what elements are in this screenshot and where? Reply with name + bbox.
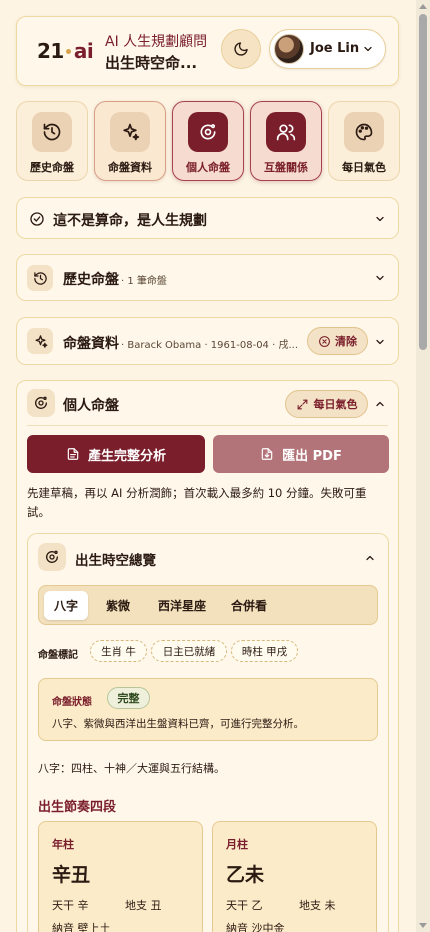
nav-tile-label: 每日氣色 [342,161,386,174]
clear-label: 清除 [335,335,357,348]
birth-overview-panel: 出生時空總覽 八字 紫微 西洋星座 合併看 命盤標記 生肖 牛 日主已就緒 時柱… [27,533,389,932]
chevron-up-icon[interactable] [374,398,386,410]
astro-chart-icon [27,389,55,417]
tab-western-zodiac[interactable]: 西洋星座 [147,591,217,620]
history-count: · 1 筆命盤 [121,276,167,287]
user-menu-button[interactable]: Joe Lin [269,29,386,69]
main-nav: 歷史命盤 命盤資料 個人命盤 互盤關係 每日氣色 [16,101,400,183]
pillar-card-month: 月柱 乙未 天干 乙 地支 未 納音 沙中金 [212,821,377,932]
nav-tile-label: 命盤資料 [108,161,152,174]
generate-analysis-label: 產生完整分析 [87,448,166,464]
nav-tile-label: 歷史命盤 [30,161,74,174]
pillar-label: 年柱 [52,838,74,851]
avatar [274,34,304,64]
moon-icon [234,42,248,56]
tab-combined[interactable]: 合併看 [223,591,275,620]
pillar-stem: 天干 辛 [52,899,89,912]
nav-tile-history[interactable]: 歷史命盤 [16,101,88,181]
app-page: 21 ai AI 人生規劃顧問 出生時空命... Joe Lin 歷史命盤 命盤資… [0,0,416,932]
history-title-text: 歷史命盤 [63,272,119,288]
pillar-value: 乙未 [226,864,265,886]
history-accordion[interactable]: 歷史命盤 · 1 筆命盤 [16,254,399,301]
brand-tagline: AI 人生規劃顧問 [105,34,208,50]
tag-hour-pillar: 時柱 甲戌 [231,640,298,662]
overview-title: 出生時空總覽 [75,553,156,569]
chart-status-box: 命盤狀態 完整 八字、紫微與西洋出生盤資料已齊，可進行完整分析。 [38,678,378,741]
status-description: 八字、紫微與西洋出生盤資料已齊，可進行完整分析。 [52,718,304,730]
clear-button[interactable]: 清除 [307,327,368,355]
chart-type-tabs: 八字 紫微 西洋星座 合併看 [38,585,378,625]
pillar-value: 辛丑 [52,864,91,886]
scrollbar-thumb[interactable] [419,14,427,350]
close-circle-icon [319,335,330,347]
pillar-label: 月柱 [226,838,248,851]
chevron-down-icon [376,216,384,222]
history-title: 歷史命盤 · 1 筆命盤 [63,269,167,289]
history-icon [27,265,53,291]
personal-chart-panel: 個人命盤 每日氣色 產生完整分析 匯出 PDF 先建草稿，再以 AI 分析潤飾；… [16,380,399,932]
sparkles-icon [27,328,53,354]
pillar-nayin: 納音 壁上土 [52,922,111,932]
tab-ziwei[interactable]: 紫微 [95,591,141,620]
disclaimer-accordion[interactable]: 這不是算命，是人生規劃 [16,197,399,239]
nav-tile-chart-data[interactable]: 命盤資料 [94,101,166,181]
theme-toggle-button[interactable] [221,29,261,69]
pillar-stem: 天干 乙 [226,899,263,912]
pillar-nayin: 納音 沙中金 [226,922,285,932]
logo-ai: ai [73,39,94,63]
tab-bazi[interactable]: 八字 [44,591,88,620]
tag-zodiac: 生肖 牛 [90,640,147,662]
export-pdf-label: 匯出 PDF [282,448,342,464]
check-circle-icon [30,212,44,226]
logo-dot [65,48,71,54]
document-icon [67,448,79,460]
divider [27,425,388,426]
app-header: 21 ai AI 人生規劃顧問 出生時空命... Joe Lin [16,16,399,86]
chart-data-title-text: 命盤資料 [63,336,119,352]
astro-chart-icon [188,112,228,152]
status-label: 命盤狀態 [52,697,92,708]
scroll-down-arrow[interactable] [419,923,427,928]
users-icon [266,112,306,152]
nav-tile-label: 個人命盤 [186,161,230,174]
chevron-down-icon [364,46,372,52]
user-name: Joe Lin [310,41,360,56]
generate-analysis-button[interactable]: 產生完整分析 [27,435,205,473]
export-pdf-button[interactable]: 匯出 PDF [213,435,389,473]
nav-tile-personal-chart[interactable]: 個人命盤 [172,101,244,181]
chart-data-accordion[interactable]: 命盤資料 · Barack Obama · 1961-08-04 · 戌... 清… [16,317,399,365]
analysis-note: 先建草稿，再以 AI 分析潤飾；首次載入最多約 10 分鐘。失敗可重試。 [27,486,367,519]
page-title: 出生時空命... [105,54,198,72]
rhythm-section-title: 出生節奏四段 [38,800,117,815]
nav-tile-label: 互盤關係 [264,161,308,174]
chart-data-title: 命盤資料 · Barack Obama · 1961-08-04 · 戌... [63,333,303,353]
pillar-branch: 地支 丑 [125,899,162,912]
expand-icon [297,399,307,409]
tags-label: 命盤標記 [38,650,78,661]
bazi-description: 八字：四柱、十神／大運與五行結構。 [38,762,225,775]
chart-data-summary: · Barack Obama · 1961-08-04 · 戌... [121,340,298,351]
personal-chart-title: 個人命盤 [63,398,119,414]
scroll-up-arrow[interactable] [419,4,427,9]
daily-color-label: 每日氣色 [313,398,358,411]
chevron-up-icon[interactable] [364,552,376,564]
file-download-icon [261,448,273,460]
pillar-branch: 地支 未 [299,899,336,912]
history-icon [32,112,72,152]
daily-color-button[interactable]: 每日氣色 [285,390,368,418]
status-badge: 完整 [107,687,150,709]
palette-icon [344,112,384,152]
astro-chart-icon [38,543,66,571]
nav-tile-daily-color[interactable]: 每日氣色 [328,101,400,181]
sparkles-icon [110,112,150,152]
disclaimer-title: 這不是算命，是人生規劃 [53,213,207,229]
chevron-down-icon [376,339,384,345]
logo-number: 21 [37,39,64,63]
tag-day-master: 日主已就緒 [151,640,227,662]
chevron-down-icon [376,275,384,281]
nav-tile-relationship[interactable]: 互盤關係 [250,101,322,181]
app-logo[interactable]: 21 ai [37,39,94,63]
pillar-card-year: 年柱 辛丑 天干 辛 地支 丑 納音 壁上土 [38,821,203,932]
page-scrollbar[interactable] [416,0,430,932]
